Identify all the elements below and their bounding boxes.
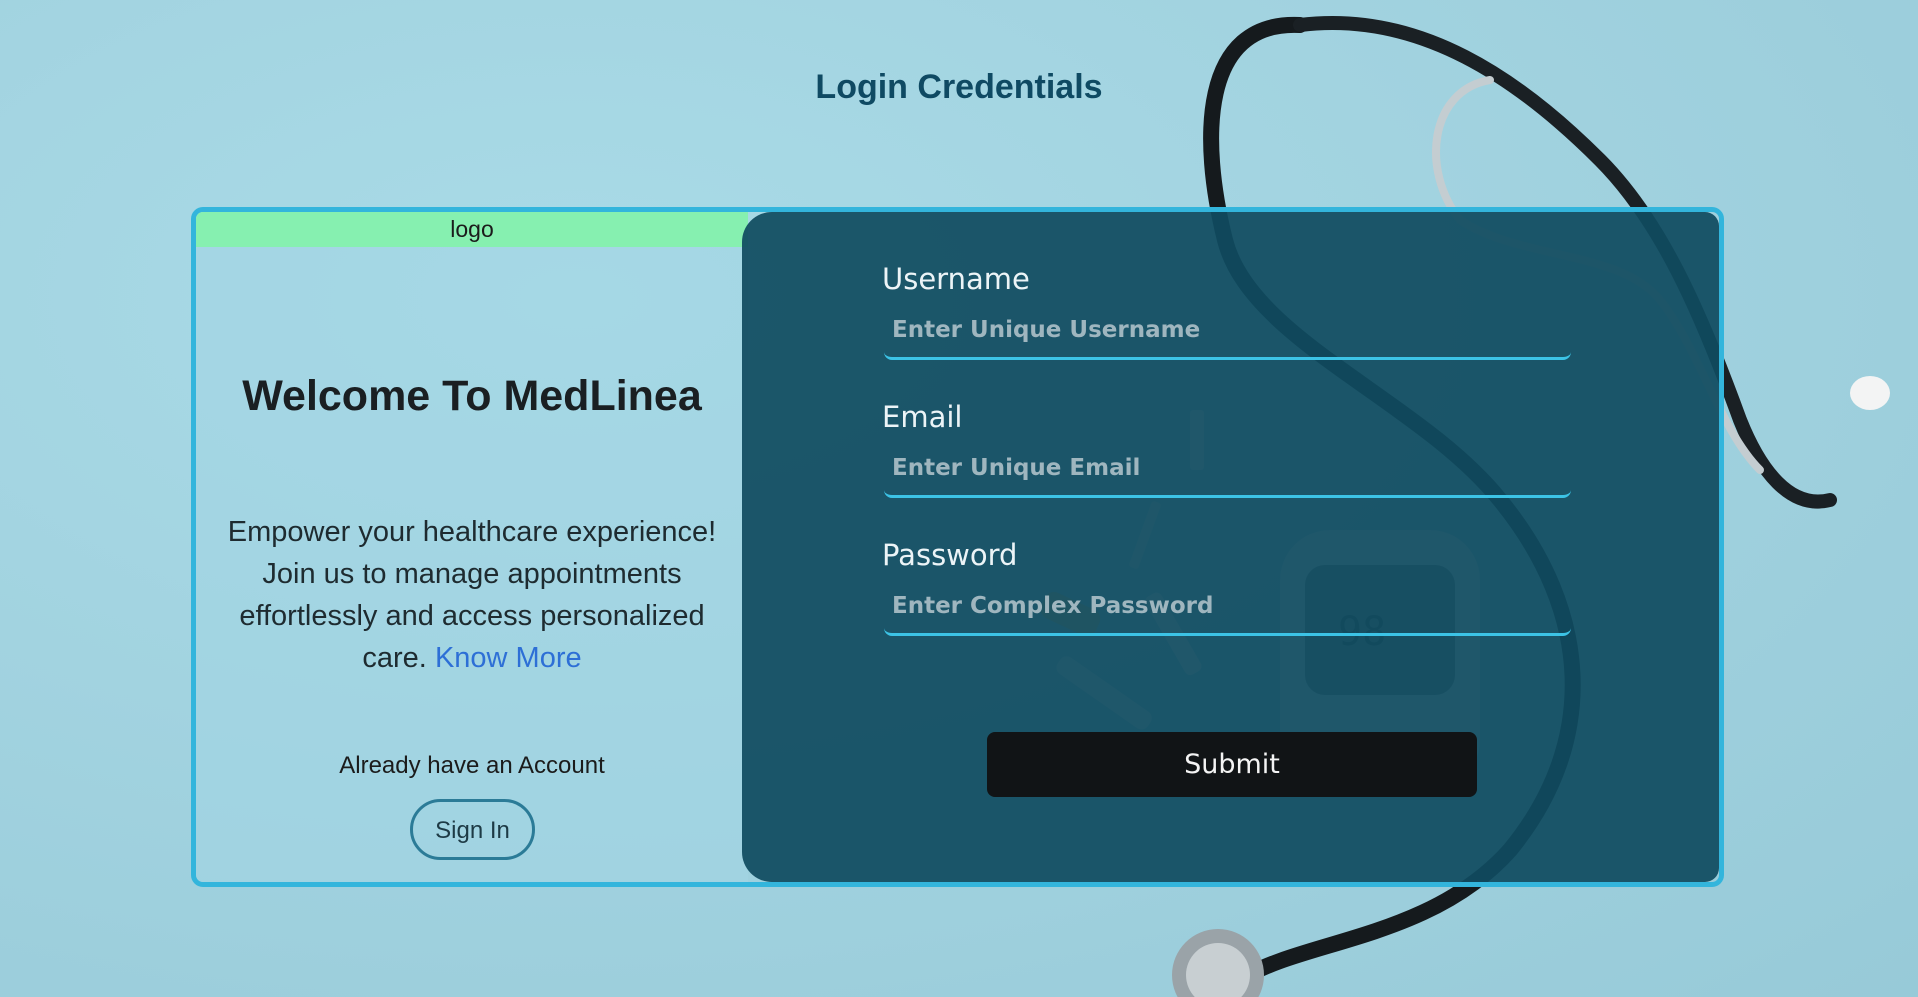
username-input[interactable]	[884, 302, 1571, 360]
welcome-description: Empower your healthcare experience! Join…	[206, 511, 738, 679]
welcome-heading: Welcome To MedLinea	[242, 372, 702, 420]
submit-button[interactable]: Submit	[987, 732, 1477, 797]
email-label: Email	[882, 400, 963, 434]
logo: logo	[196, 212, 748, 247]
know-more-link[interactable]: Know More	[435, 642, 582, 674]
account-prompt: Already have an Account	[339, 752, 605, 779]
welcome-panel: logo Welcome To MedLinea Empower your he…	[196, 212, 748, 882]
sign-in-button[interactable]: Sign In	[410, 799, 535, 860]
username-label: Username	[882, 262, 1030, 296]
password-input[interactable]	[884, 578, 1571, 636]
page-title: Login Credentials	[815, 68, 1103, 106]
email-input[interactable]	[884, 440, 1571, 498]
password-label: Password	[882, 538, 1018, 572]
registration-form: Username Email Password Submit	[742, 212, 1719, 882]
signup-card: logo Welcome To MedLinea Empower your he…	[191, 207, 1724, 887]
